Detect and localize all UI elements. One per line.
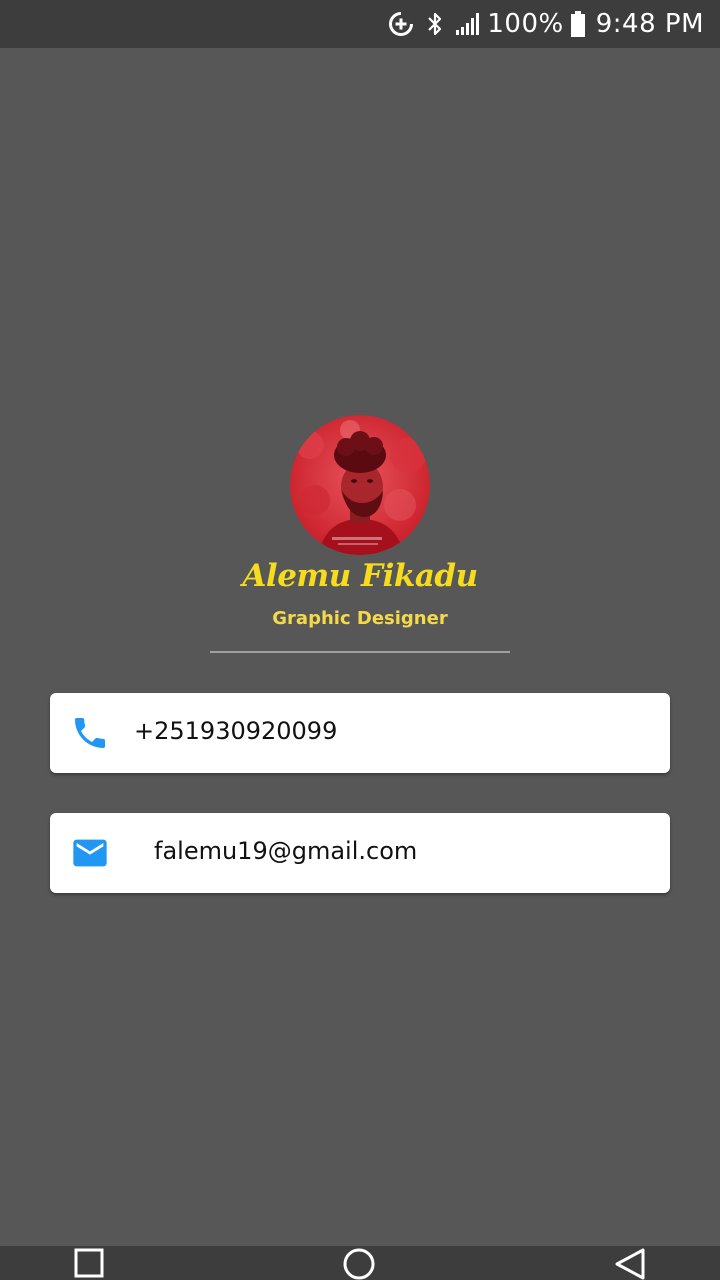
home-icon [342, 1246, 376, 1280]
back-button[interactable] [600, 1246, 660, 1280]
signal-icon [455, 12, 481, 36]
home-button[interactable] [329, 1246, 389, 1280]
profile-divider [210, 651, 510, 653]
email-card[interactable]: falemu19@gmail.com [50, 813, 670, 893]
status-bar: 100% 9:48 PM [0, 0, 720, 48]
profile-name: Alemu Fikadu [242, 558, 478, 594]
phone-icon [70, 713, 110, 753]
navigation-bar [0, 1246, 720, 1280]
battery-percent: 100% [487, 9, 564, 39]
phone-number: +251930920099 [134, 717, 338, 745]
profile-role: Graphic Designer [272, 608, 448, 629]
recents-button[interactable] [60, 1246, 120, 1280]
screen: 100% 9:48 PM Alemu Fikadu Graphic Design… [0, 0, 720, 1280]
battery-icon [570, 10, 586, 38]
bluetooth-icon [425, 10, 445, 38]
mail-icon [70, 833, 110, 873]
profile-avatar [290, 415, 430, 555]
phone-card[interactable]: +251930920099 [50, 693, 670, 773]
back-icon [613, 1246, 647, 1280]
email-address: falemu19@gmail.com [154, 837, 418, 865]
recents-icon [73, 1246, 107, 1280]
data-saver-icon [387, 10, 415, 38]
status-time: 9:48 PM [595, 9, 704, 39]
